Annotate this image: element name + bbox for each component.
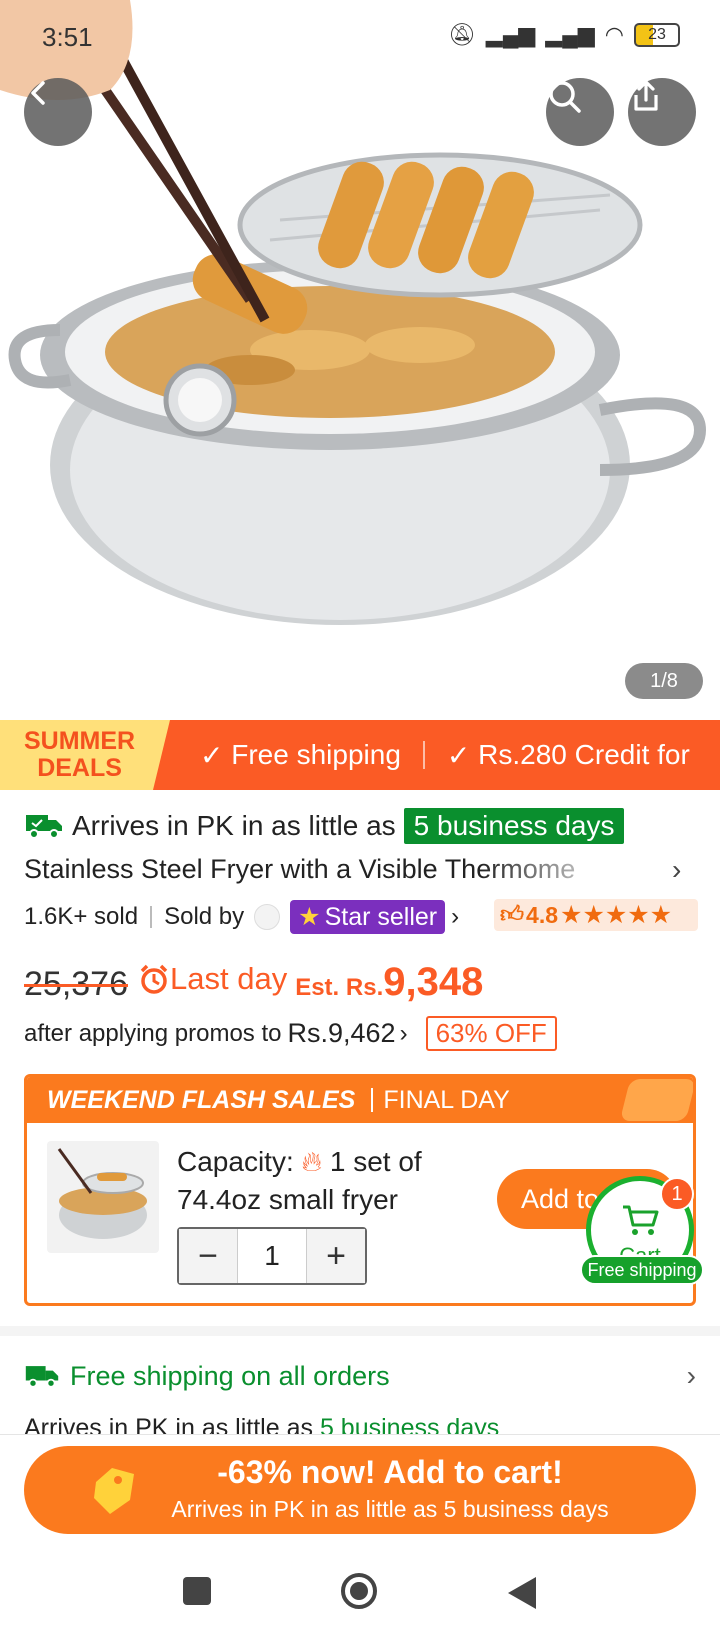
back-button[interactable]	[24, 78, 92, 146]
summer-deals-label: SUMMER DEALS	[24, 727, 136, 782]
capacity-line2: 74.4oz small fryer	[177, 1184, 398, 1215]
signal-icon: ▂▄▆	[485, 22, 536, 47]
search-icon	[549, 81, 581, 113]
signal-icon-2: ▂▄▆	[545, 22, 595, 47]
promo-price-row[interactable]: after applying promos to Rs.9,462 › 63% …	[24, 1016, 557, 1051]
star-rating-icons: ★★★★★	[560, 901, 673, 929]
thumbs-up-icon: 👍︎	[500, 901, 525, 927]
sold-by-label: Sold by	[164, 903, 245, 930]
delivery-days-badge: 5 business days	[403, 808, 625, 844]
flash-sale-decoration	[619, 1079, 693, 1121]
delivery-truck-icon	[26, 815, 62, 839]
mute-bell-icon: 🔕︎	[447, 22, 476, 47]
share-icon	[634, 80, 658, 111]
capacity-label: Capacity:	[177, 1146, 294, 1177]
home-button[interactable]	[340, 1572, 378, 1615]
star-icon: ★	[298, 903, 321, 931]
promo-free-shipping: Free shipping	[231, 739, 401, 770]
est-price: 9,348	[383, 960, 484, 1004]
search-button[interactable]	[546, 78, 614, 146]
variant-thumbnail[interactable]	[47, 1141, 159, 1253]
flash-sale-header: WEEKEND FLASH SALES FINAL DAY	[27, 1077, 693, 1123]
check-icon: ✓	[446, 739, 479, 771]
last-day-label: Last day	[138, 961, 287, 997]
variant-capacity: Capacity: 🔥︎ 1 set of 74.4oz small fryer	[177, 1143, 422, 1219]
star-seller-badge[interactable]: ★ Star seller	[290, 900, 446, 934]
cart-icon	[623, 1205, 659, 1235]
share-button[interactable]	[628, 78, 696, 146]
rating-badge[interactable]: 👍︎ 4.8 ★★★★★	[494, 899, 698, 931]
product-image[interactable]: 3:51 🔕︎ ▂▄▆ ▂▄▆ ◠ 23 1/8	[0, 0, 720, 720]
recents-button[interactable]	[182, 1576, 212, 1611]
back-nav-button[interactable]	[506, 1576, 538, 1615]
rating-value: 4.8	[526, 901, 559, 928]
cta-main-text: -63% now! Add to cart!	[217, 1454, 563, 1490]
flash-sale-subtitle: FINAL DAY	[383, 1085, 510, 1114]
discount-badge: 63% OFF	[425, 1016, 557, 1051]
chevron-right-icon: ›	[686, 1360, 696, 1391]
flash-sale-title: WEEKEND FLASH SALES	[47, 1085, 356, 1114]
alarm-clock-icon	[140, 964, 168, 994]
quantity-stepper[interactable]: − 1 +	[177, 1227, 367, 1285]
title-fade	[480, 854, 660, 890]
triangle-back-icon	[508, 1577, 536, 1609]
battery-icon: 23	[634, 23, 680, 47]
delivery-estimate: Arrives in PK in as little as 5 business…	[24, 808, 625, 844]
promo-banner[interactable]: SUMMER DEALS ✓ Free shipping ✓ Rs.280 Cr…	[0, 720, 720, 790]
fryer-thumbnail-image	[57, 1148, 147, 1239]
home-circle-icon	[341, 1573, 377, 1609]
add-to-cart-cta[interactable]: -63% now! Add to cart! Arrives in PK in …	[24, 1446, 696, 1534]
seller-row: 1.6K+ sold Sold by ★ Star seller ›	[24, 900, 459, 934]
divider	[371, 1088, 374, 1112]
image-counter: 1/8	[625, 663, 703, 699]
divider	[422, 741, 425, 769]
quantity-value[interactable]: 1	[237, 1229, 307, 1283]
chevron-right-icon[interactable]: ›	[451, 903, 459, 931]
check-icon: ✓	[200, 739, 232, 771]
store-logo[interactable]	[254, 904, 281, 930]
promo-credit: Rs.280 Credit for	[478, 739, 690, 770]
delivery-truck-icon	[25, 1366, 59, 1388]
promo-text: after applying promos to	[24, 1019, 282, 1047]
wifi-icon: ◠	[604, 22, 624, 47]
chevron-right-icon[interactable]: ›	[672, 854, 681, 886]
est-label: Est. Rs.	[295, 974, 384, 1001]
chevron-right-icon: ›	[399, 1019, 408, 1047]
star-seller-label: Star seller	[324, 902, 438, 931]
shipping-subtitle: Arrives in PK in as little as 5 business…	[24, 1414, 500, 1436]
cart-free-shipping-badge: Free shipping	[580, 1255, 704, 1285]
original-price: 25,376	[24, 965, 128, 1003]
square-icon	[183, 1577, 211, 1605]
increment-button[interactable]: +	[307, 1229, 365, 1283]
decrement-button[interactable]: −	[179, 1229, 237, 1283]
cart-count-badge: 1	[660, 1177, 694, 1211]
divider	[150, 906, 153, 928]
cta-sub-text: Arrives in PK in as little as 5 business…	[171, 1496, 609, 1522]
status-icons: 🔕︎ ▂▄▆ ▂▄▆ ◠ 23	[448, 22, 680, 48]
shipping-title: Free shipping on all orders	[70, 1360, 390, 1391]
delivery-text: Arrives in PK in as little as	[72, 810, 396, 841]
price-row: 25,376 Last day Est. Rs. 9,348	[24, 960, 483, 1005]
fire-icon: 🔥︎	[301, 1146, 323, 1177]
status-bar: 3:51 🔕︎ ▂▄▆ ▂▄▆ ◠ 23	[0, 0, 720, 76]
shipping-row[interactable]: Free shipping on all orders ›	[24, 1360, 696, 1392]
status-time: 3:51	[42, 22, 93, 52]
capacity-line1: 1 set of	[329, 1146, 422, 1177]
section-divider	[0, 1326, 720, 1336]
system-nav-bar	[0, 1554, 720, 1640]
promo-price: Rs.9,462	[287, 1018, 396, 1048]
sold-count: 1.6K+ sold	[24, 903, 139, 930]
promo-items: ✓ Free shipping ✓ Rs.280 Credit for	[200, 720, 690, 790]
chevron-left-icon	[31, 81, 45, 105]
